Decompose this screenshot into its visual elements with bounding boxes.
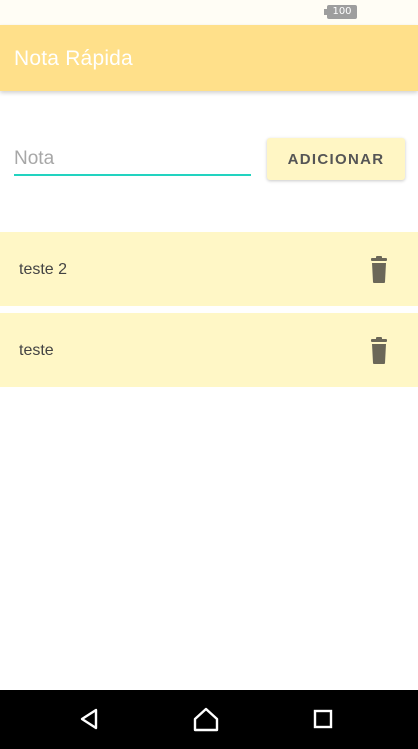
note-text: teste [19,342,54,359]
home-icon [193,707,219,732]
note-item: teste 2 [0,232,418,306]
trash-icon [371,256,387,283]
trash-icon [371,337,387,364]
battery-icon: 100 [324,5,357,19]
note-item: teste [0,313,418,387]
note-input-container [14,140,251,178]
nav-home-button[interactable] [191,704,221,734]
notes-list: teste 2 teste [0,232,418,394]
battery-level: 100 [332,6,352,17]
system-nav-bar [0,690,418,749]
delete-note-button[interactable] [367,256,391,284]
nav-recents-button[interactable] [308,704,338,734]
back-icon [80,708,98,730]
input-underline [14,174,251,176]
add-button[interactable]: ADICIONAR [267,138,405,180]
nav-back-button[interactable] [74,704,104,734]
note-input[interactable] [14,140,251,174]
recents-icon [313,709,333,729]
status-bar: 100 [0,0,418,25]
delete-note-button[interactable] [367,337,391,365]
app-bar: Nota Rápida [0,25,418,91]
app-title: Nota Rápida [14,47,133,70]
note-text: teste 2 [19,261,68,278]
